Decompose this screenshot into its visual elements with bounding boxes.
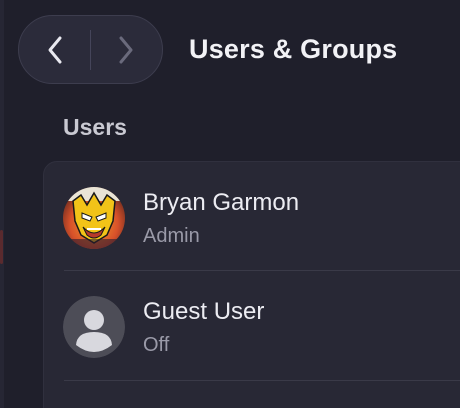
users-section-heading: Users [63,114,127,140]
settings-window: Users & Groups Users Bryan Garmon Admin … [0,0,460,408]
user-row-bryan-garmon[interactable]: Bryan Garmon Admin [44,162,460,270]
chevron-right-icon [119,36,133,63]
row-divider [64,380,460,381]
user-role: Off [143,334,170,356]
navigation-pill [18,15,163,84]
user-name: Guest User [143,298,265,325]
wolverine-comic-avatar [63,187,125,249]
user-role: Admin [143,225,200,247]
sidebar-selection-marker [0,230,3,264]
sidebar-edge [0,0,4,408]
forward-button[interactable] [91,16,162,83]
back-button[interactable] [19,16,90,83]
user-row-guest-user[interactable]: Guest User Off [44,271,460,379]
user-name: Bryan Garmon [143,189,300,216]
chevron-left-icon [48,36,61,63]
generic-person-icon [63,296,125,358]
page-title: Users & Groups [189,34,398,64]
users-list-card: Bryan Garmon Admin Guest User Off [43,161,460,408]
